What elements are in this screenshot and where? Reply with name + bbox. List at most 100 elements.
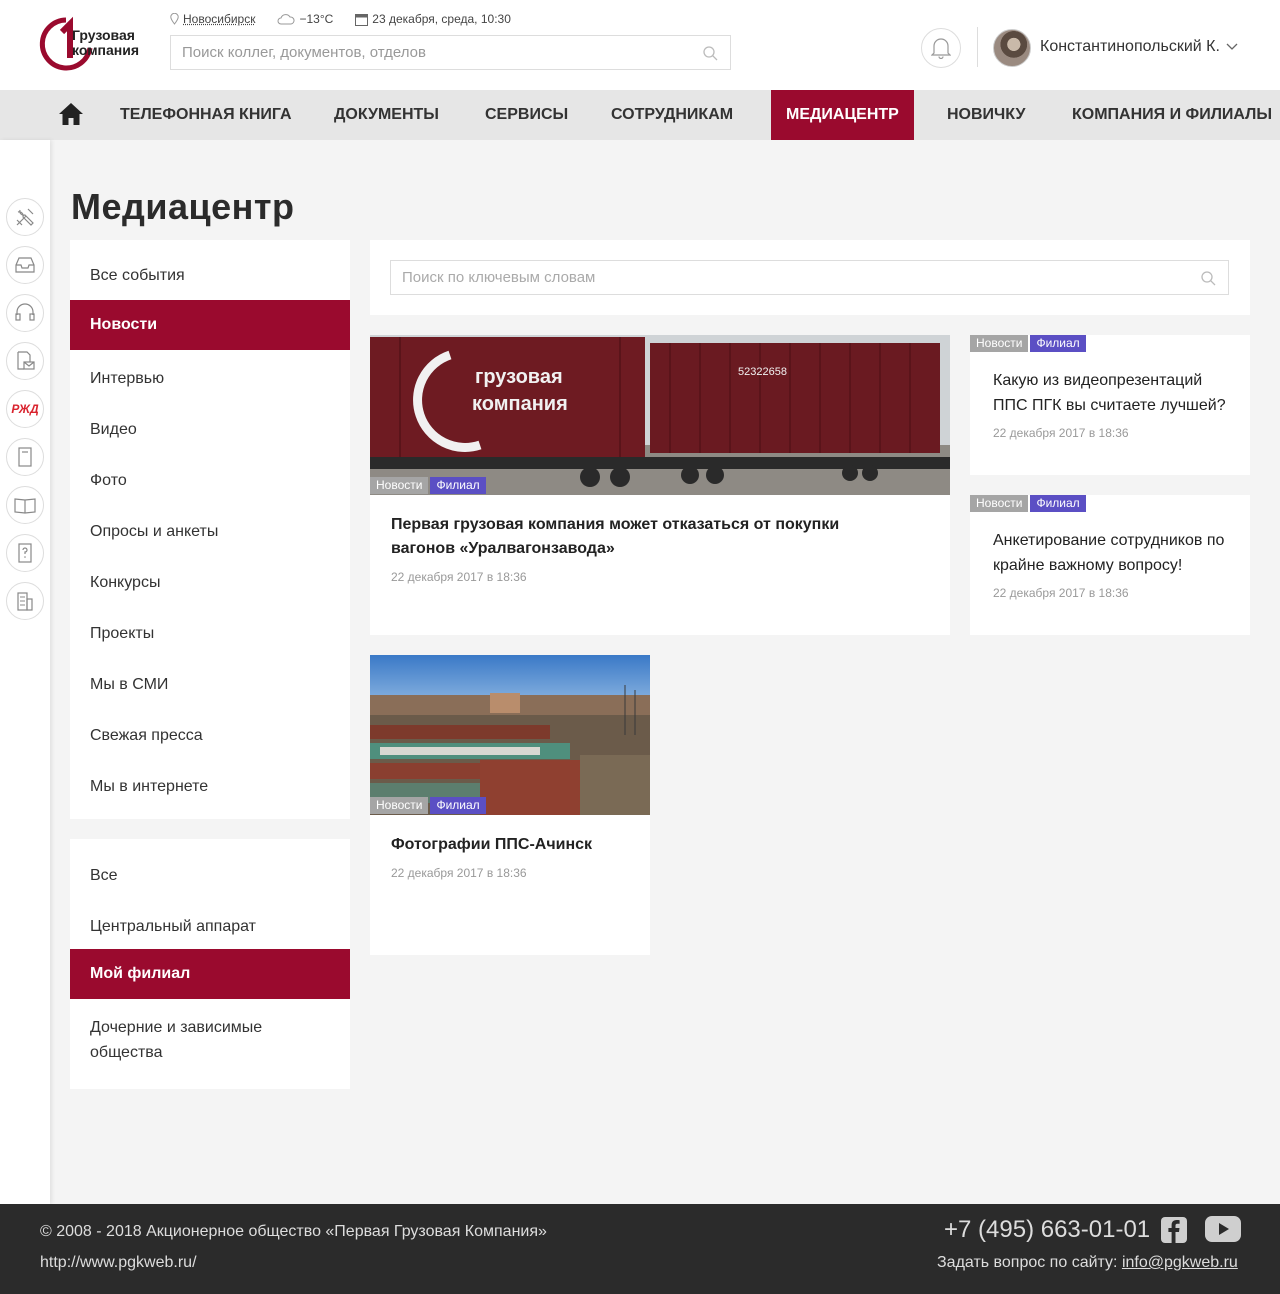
tag-news[interactable]: Новости: [370, 797, 429, 814]
category-all-events[interactable]: Все события: [70, 240, 350, 300]
facebook-icon: [1161, 1217, 1187, 1243]
tag-branch[interactable]: Филиал: [430, 477, 486, 494]
category-contests[interactable]: Конкурсы: [70, 557, 350, 608]
rail-book[interactable]: [6, 438, 44, 476]
category-interview[interactable]: Интервью: [70, 353, 350, 404]
category-news[interactable]: Новости: [70, 300, 350, 350]
article-card[interactable]: Новости Филиал Какую из видеопрезентаций…: [970, 335, 1250, 475]
scope-central-office[interactable]: Центральный аппарат: [70, 901, 350, 952]
article-tags: Новости Филиал: [970, 335, 1088, 352]
wagon-brand-text-1: грузовая: [475, 366, 563, 388]
nav-phonebook[interactable]: Телефонная книга: [120, 90, 292, 140]
building-icon: [17, 592, 33, 611]
tag-news[interactable]: Новости: [970, 495, 1029, 512]
rail-open-book[interactable]: [6, 486, 44, 524]
category-menu: Все события Новости Интервью Видео Фото …: [70, 240, 350, 819]
help-book-icon: [18, 543, 32, 563]
youtube-icon: [1205, 1216, 1241, 1242]
document-mail-icon: [17, 351, 35, 370]
nav-newcomer[interactable]: Новичку: [947, 90, 1025, 140]
tag-branch[interactable]: Филиал: [430, 797, 486, 814]
article-tags: Новости Филиал: [370, 797, 488, 814]
chevron-down-icon[interactable]: [1226, 43, 1238, 51]
youtube-link[interactable]: [1205, 1216, 1241, 1247]
datetime-text: 23 декабря, среда, 10:30: [372, 12, 511, 26]
rail-inbox[interactable]: [6, 246, 44, 284]
footer-ask: Задать вопрос по сайту: info@pgkweb.ru: [937, 1254, 1238, 1272]
global-search-input[interactable]: [171, 36, 730, 69]
article-image-railyard[interactable]: [370, 655, 650, 815]
footer-phone[interactable]: +7 (495) 663-01-01: [944, 1216, 1150, 1244]
tag-branch[interactable]: Филиал: [1030, 495, 1086, 512]
footer: © 2008 - 2018 Акционерное общество «Перв…: [0, 1204, 1280, 1294]
content-search-input[interactable]: [391, 261, 1228, 294]
nav-services[interactable]: Сервисы: [485, 90, 568, 140]
article-tags: Новости Филиал: [970, 495, 1088, 512]
wagon-brand-text-2: компания: [472, 393, 568, 415]
article-image-wagons[interactable]: грузовая компания 52322658: [370, 335, 950, 495]
city-selector[interactable]: Новосибирск: [170, 12, 255, 26]
article-date: 22 декабря 2017 в 18:36: [993, 586, 1129, 600]
city-name[interactable]: Новосибирск: [183, 12, 255, 26]
header-meta: Новосибирск −13°C 23 декабря, среда, 10:…: [170, 12, 533, 26]
tag-branch[interactable]: Филиал: [1030, 335, 1086, 352]
category-video[interactable]: Видео: [70, 404, 350, 455]
logo-text-line2: компания: [72, 42, 140, 58]
category-projects[interactable]: Проекты: [70, 608, 350, 659]
scope-all[interactable]: Все: [70, 850, 350, 901]
category-fresh-press[interactable]: Свежая пресса: [70, 710, 350, 761]
search-icon[interactable]: [1201, 271, 1216, 286]
article-title[interactable]: Анкетирование сотрудников по крайне важн…: [993, 528, 1233, 578]
category-online[interactable]: Мы в интернете: [70, 761, 350, 812]
scope-my-branch[interactable]: Мой филиал: [70, 949, 350, 999]
wagons-photo: грузовая компания 52322658: [370, 335, 950, 495]
footer-copyright: © 2008 - 2018 Акционерное общество «Перв…: [40, 1223, 547, 1240]
category-photo[interactable]: Фото: [70, 455, 350, 506]
book-icon: [18, 447, 32, 467]
search-icon[interactable]: [703, 46, 718, 61]
content-search-panel: [370, 240, 1250, 315]
rail-help[interactable]: [6, 534, 44, 572]
calendar-icon: [355, 13, 369, 26]
article-date: 22 декабря 2017 в 18:36: [391, 570, 527, 584]
article-title[interactable]: Первая грузовая компания может отказатьс…: [391, 513, 871, 561]
article-title[interactable]: Какую из видеопрезентаций ППС ПГК вы счи…: [993, 368, 1233, 418]
tag-news[interactable]: Новости: [370, 477, 429, 494]
scope-menu: Все Центральный аппарат Мой филиал Дочер…: [70, 839, 350, 1089]
user-name[interactable]: Константинопольский К.: [1040, 38, 1220, 56]
rail-rzd[interactable]: РЖД: [6, 390, 44, 428]
rail-support[interactable]: [6, 294, 44, 332]
logo-text: Грузовая компания: [72, 28, 139, 58]
article-card[interactable]: Новости Филиал Анкетирование сотрудников…: [970, 495, 1250, 635]
article-card[interactable]: грузовая компания 52322658 Новости Филиа…: [370, 335, 950, 635]
footer-ask-label: Задать вопрос по сайту:: [937, 1254, 1118, 1271]
scope-subsidiaries[interactable]: Дочерние и зависимые общества: [70, 1015, 350, 1075]
nav-mediacenter[interactable]: Медиацентр: [771, 90, 914, 140]
user-menu[interactable]: Константинопольский К.: [1040, 38, 1238, 56]
logo-text-line1: Грузовая: [72, 27, 135, 43]
footer-url[interactable]: http://www.pgkweb.ru/: [40, 1254, 197, 1272]
footer-email-link[interactable]: info@pgkweb.ru: [1122, 1254, 1238, 1271]
facebook-link[interactable]: [1161, 1217, 1187, 1248]
category-polls[interactable]: Опросы и анкеты: [70, 506, 350, 557]
global-search[interactable]: [170, 35, 731, 70]
article-title[interactable]: Фотографии ППС-Ачинск: [391, 833, 631, 857]
nav-documents[interactable]: Документы: [334, 90, 439, 140]
headset-icon: [15, 303, 35, 321]
railyard-photo: [370, 655, 650, 815]
content-search[interactable]: [390, 260, 1229, 295]
rail-document-mail[interactable]: [6, 342, 44, 380]
article-card[interactable]: Новости Филиал Фотографии ППС-Ачинск 22 …: [370, 655, 650, 955]
nav-employees[interactable]: Сотрудникам: [611, 90, 733, 140]
rail-tools[interactable]: [6, 198, 44, 236]
tag-news[interactable]: Новости: [970, 335, 1029, 352]
main-navigation: Телефонная книга Документы Сервисы Сотру…: [0, 90, 1280, 140]
avatar[interactable]: [993, 29, 1031, 67]
rail-building[interactable]: [6, 582, 44, 620]
article-date: 22 декабря 2017 в 18:36: [391, 866, 527, 880]
home-button[interactable]: [58, 101, 84, 132]
page-title: Медиацентр: [71, 186, 295, 227]
notifications-button[interactable]: [921, 28, 961, 68]
category-media-mentions[interactable]: Мы в СМИ: [70, 659, 350, 710]
nav-company[interactable]: Компания и филиалы: [1072, 90, 1272, 140]
